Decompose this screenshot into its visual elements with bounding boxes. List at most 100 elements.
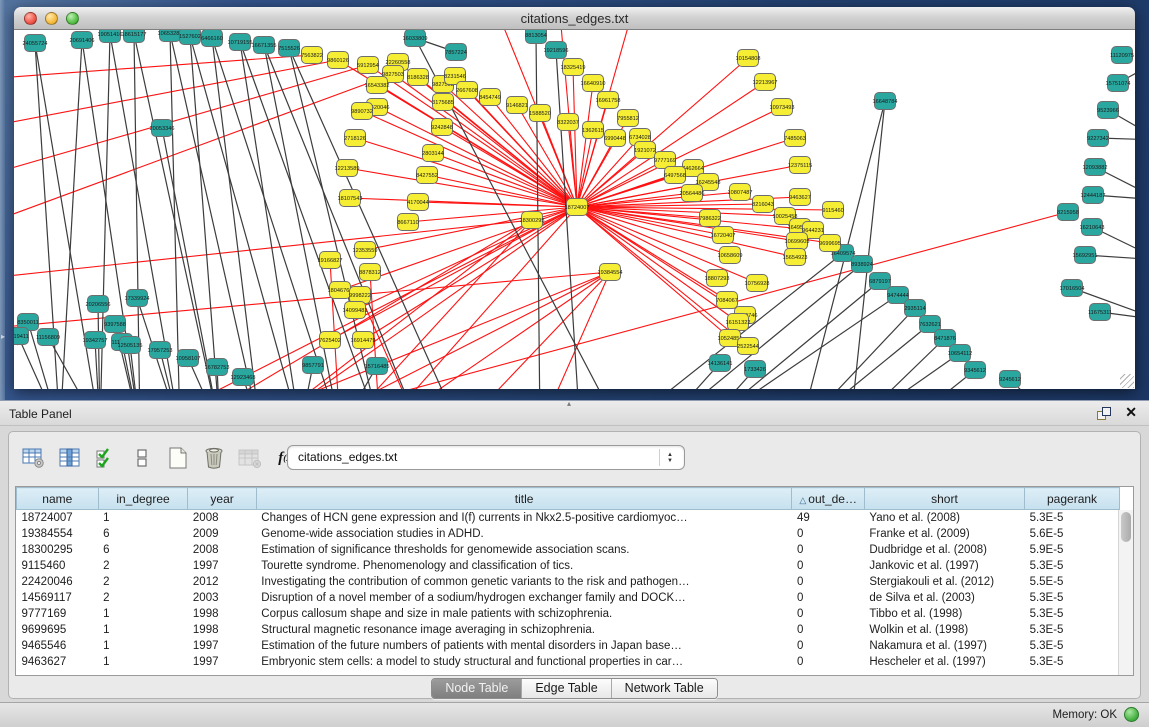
table-cell[interactable]: 0: [792, 558, 864, 574]
table-cell[interactable]: Yano et al. (2008): [864, 510, 1024, 526]
tab-network-table[interactable]: Network Table: [612, 679, 717, 698]
table-cell[interactable]: 9465546: [17, 638, 99, 654]
table-row[interactable]: 2242004622012Investigating the contribut…: [17, 574, 1120, 590]
table-cell[interactable]: 5.3E-5: [1025, 654, 1120, 670]
table-cell[interactable]: 5.6E-5: [1025, 526, 1120, 542]
tab-node-table[interactable]: Node Table: [432, 679, 522, 698]
table-cell[interactable]: 5.5E-5: [1025, 574, 1120, 590]
table-cell[interactable]: 0: [792, 654, 864, 670]
table-cell[interactable]: 6: [98, 542, 188, 558]
edge[interactable]: [577, 83, 593, 207]
scrollbar-thumb[interactable]: [1121, 512, 1131, 542]
table-header-row[interactable]: namein_degreeyeartitle△out_de…shortpager…: [17, 488, 1120, 510]
delete-column-icon[interactable]: [199, 443, 229, 473]
table-cell[interactable]: Tibbo et al. (1998): [864, 606, 1024, 622]
table-cell[interactable]: Changes of HCN gene expression and I(f) …: [256, 510, 792, 526]
table-row[interactable]: 1456911722003Disruption of a novel membe…: [17, 590, 1120, 606]
table-row[interactable]: 977716911998Corpus callosum shape and si…: [17, 606, 1120, 622]
table-row[interactable]: 1830029562008Estimation of significance …: [17, 542, 1120, 558]
edge[interactable]: [134, 34, 140, 389]
table-cell[interactable]: 0: [792, 590, 864, 606]
row-height-icon[interactable]: [127, 443, 157, 473]
close-panel-icon[interactable]: ✕: [1125, 404, 1137, 421]
table-cell[interactable]: 2009: [188, 526, 256, 542]
node-table-grid[interactable]: namein_degreeyeartitle△out_de…shortpager…: [15, 486, 1134, 676]
window-resize-grip[interactable]: [1120, 374, 1134, 388]
table-cell[interactable]: 1: [98, 622, 188, 638]
node-table[interactable]: namein_degreeyeartitle△out_de…shortpager…: [16, 487, 1120, 670]
float-panel-icon[interactable]: [1097, 407, 1111, 420]
column-header-pagerank[interactable]: pagerank: [1025, 488, 1120, 510]
table-cell[interactable]: 2: [98, 558, 188, 574]
table-cell[interactable]: Hescheler et al. (1997): [864, 654, 1024, 670]
table-cell[interactable]: Estimation of the future numbers of pati…: [256, 638, 792, 654]
column-header-year[interactable]: year: [188, 488, 256, 510]
table-row[interactable]: 911546021997Tourette syndrome. Phenomeno…: [17, 558, 1120, 574]
table-cell[interactable]: 5.3E-5: [1025, 606, 1120, 622]
table-cell[interactable]: 9777169: [17, 606, 99, 622]
table-cell[interactable]: 14569117: [17, 590, 99, 606]
table-cell[interactable]: Nakamura et al. (1997): [864, 638, 1024, 654]
table-cell[interactable]: 1998: [188, 606, 256, 622]
column-header-name[interactable]: name: [17, 488, 99, 510]
edge[interactable]: [850, 338, 945, 389]
edge[interactable]: [850, 353, 960, 389]
table-cell[interactable]: 1997: [188, 638, 256, 654]
table-options-icon[interactable]: [19, 443, 49, 473]
table-cell[interactable]: Genome-wide association studies in ADHD.: [256, 526, 792, 542]
table-cell[interactable]: 2012: [188, 574, 256, 590]
select-rows-icon[interactable]: [91, 443, 121, 473]
table-cell[interactable]: 5.9E-5: [1025, 542, 1120, 558]
table-cell[interactable]: Franke et al. (2009): [864, 526, 1024, 542]
edge[interactable]: [14, 65, 368, 180]
column-visibility-icon[interactable]: [55, 443, 85, 473]
table-cell[interactable]: 18724007: [17, 510, 99, 526]
table-cell[interactable]: 9463627: [17, 654, 99, 670]
table-cell[interactable]: 5.3E-5: [1025, 558, 1120, 574]
table-vertical-scrollbar[interactable]: [1118, 510, 1133, 675]
table-cell[interactable]: Estimation of significance thresholds fo…: [256, 542, 792, 558]
collapsed-panel-arrow-icon[interactable]: ▸: [1, 332, 5, 341]
table-cell[interactable]: Structural magnetic resonance image aver…: [256, 622, 792, 638]
edge[interactable]: [347, 168, 577, 207]
table-cell[interactable]: 5.3E-5: [1025, 638, 1120, 654]
table-cell[interactable]: 1998: [188, 622, 256, 638]
table-cell[interactable]: de Silva et al. (2003): [864, 590, 1024, 606]
column-header-title[interactable]: title: [256, 488, 792, 510]
column-header-in_degree[interactable]: in_degree: [98, 488, 188, 510]
edge[interactable]: [460, 272, 610, 389]
column-header-short[interactable]: short: [864, 488, 1024, 510]
table-cell[interactable]: Investigating the contribution of common…: [256, 574, 792, 590]
column-header-out_de[interactable]: △out_de…: [792, 488, 864, 510]
edge[interactable]: [800, 308, 915, 389]
table-row[interactable]: 1872400712008Changes of HCN gene express…: [17, 510, 1120, 526]
table-row[interactable]: 1938455462009Genome-wide association stu…: [17, 526, 1120, 542]
table-cell[interactable]: 2008: [188, 542, 256, 558]
table-cell[interactable]: Disruption of a novel member of a sodium…: [256, 590, 792, 606]
combo-spinner-icon[interactable]: ▲▼: [665, 447, 675, 468]
table-cell[interactable]: Jankovic et al. (1997): [864, 558, 1024, 574]
table-cell[interactable]: 2008: [188, 510, 256, 526]
table-cell[interactable]: 0: [792, 622, 864, 638]
table-cell[interactable]: 0: [792, 638, 864, 654]
table-cell[interactable]: 1: [98, 606, 188, 622]
table-cell[interactable]: Stergiakouli et al. (2012): [864, 574, 1024, 590]
edge[interactable]: [212, 38, 260, 389]
table-cell[interactable]: 5.3E-5: [1025, 622, 1120, 638]
table-cell[interactable]: Dudbridge et al. (2008): [864, 542, 1024, 558]
table-cell[interactable]: 1997: [188, 558, 256, 574]
table-cell[interactable]: 6: [98, 526, 188, 542]
table-cell[interactable]: 49: [792, 510, 864, 526]
citation-network-graph[interactable]: 2405572420691406190514161861517710653287…: [14, 30, 1135, 389]
tab-edge-table[interactable]: Edge Table: [522, 679, 611, 698]
panel-splitter-grip[interactable]: ▴: [567, 399, 571, 408]
table-cell[interactable]: 0: [792, 574, 864, 590]
network-window-titlebar[interactable]: citations_edges.txt: [14, 7, 1135, 30]
edge[interactable]: [355, 138, 577, 207]
edge[interactable]: [134, 34, 220, 389]
table-cell[interactable]: 0: [792, 606, 864, 622]
table-cell[interactable]: 19384554: [17, 526, 99, 542]
table-cell[interactable]: Embryonic stem cells: a model to study s…: [256, 654, 792, 670]
table-cell[interactable]: Corpus callosum shape and size in male p…: [256, 606, 792, 622]
table-cell[interactable]: 9699695: [17, 622, 99, 638]
